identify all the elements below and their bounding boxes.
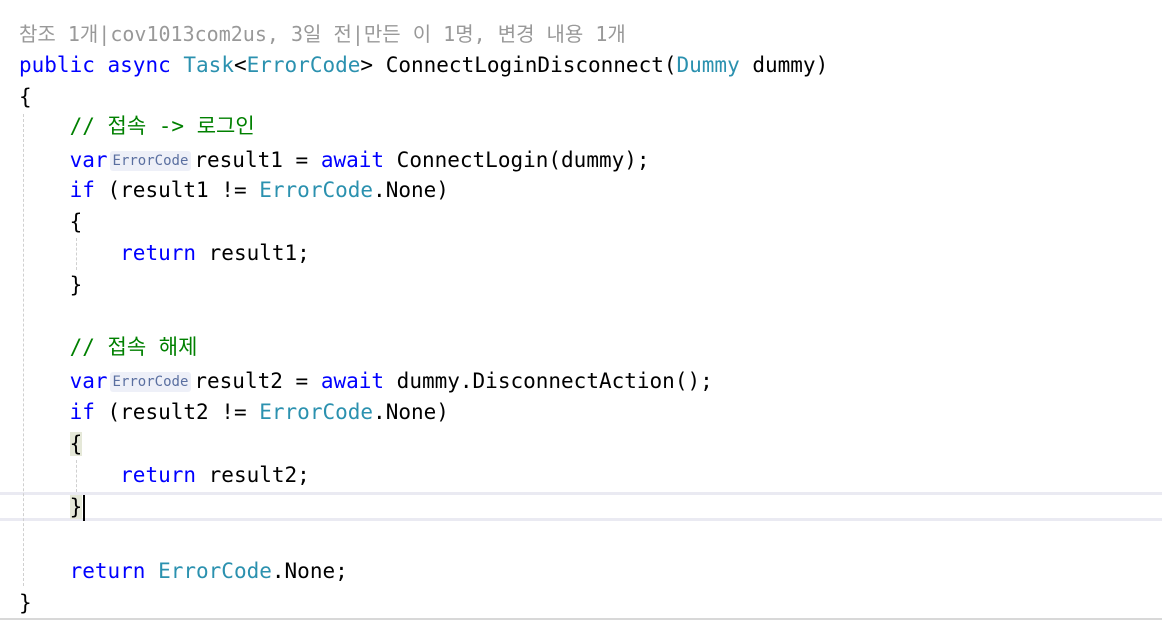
current-line-highlight	[0, 492, 1162, 521]
code-line-if2: if (result2 != ErrorCode.None)	[19, 397, 449, 428]
keyword-public: public	[19, 53, 95, 77]
keyword-await: await	[320, 369, 385, 393]
code-line-return2: return result2;	[19, 460, 310, 491]
inner-close-brace: }	[69, 273, 83, 297]
code-editor[interactable]: 참조 1개|cov1013com2us, 3일 전|만든 이 1명, 변경 내용…	[0, 0, 1162, 631]
type-errorcode: ErrorCode	[158, 559, 272, 583]
code-line-return-final: return ErrorCode.None;	[19, 556, 348, 587]
type-task: Task	[183, 53, 234, 77]
matched-close-brace: }	[69, 495, 83, 519]
errorcode-none: .None)	[373, 400, 449, 424]
if2-condition: (result2 !=	[94, 400, 260, 424]
open-brace: {	[19, 85, 32, 109]
disconnect-action-call: dummy.DisconnectAction();	[384, 369, 713, 393]
code-line-result2: var ErrorCode result2 = await dummy.Discon…	[19, 366, 713, 397]
code-line-signature: public async Task<ErrorCode> ConnectLogi…	[19, 50, 828, 81]
text-caret	[83, 495, 86, 521]
matched-open-brace: {	[69, 432, 83, 456]
code-line-inner-open-2: {	[19, 429, 83, 460]
keyword-var: var	[69, 148, 108, 172]
inlay-hint-errorcode: ErrorCode	[109, 372, 192, 392]
code-line-if1: if (result1 != ErrorCode.None)	[19, 175, 449, 206]
connect-login-call: ConnectLogin(dummy);	[384, 148, 650, 172]
code-line-inner-close-1: }	[19, 270, 83, 301]
comment-connect-login: // 접속 -> 로그인	[69, 114, 255, 138]
codelens-authors[interactable]: 만든 이 1명, 변경 내용 1개	[364, 22, 626, 46]
code-line-close-brace: }	[19, 588, 32, 619]
type-errorcode: ErrorCode	[246, 53, 361, 77]
comment-disconnect: // 접속 해제	[69, 335, 198, 359]
keyword-await: await	[320, 148, 385, 172]
close-brace: }	[19, 591, 32, 615]
inner-open-brace: {	[69, 210, 83, 234]
errorcode-none: .None)	[373, 178, 449, 202]
code-line-open-brace: {	[19, 82, 32, 113]
code-line-inner-close-2: }	[19, 492, 86, 523]
keyword-return: return	[120, 241, 197, 265]
code-line-result1: var ErrorCode result1 = await ConnectLogin…	[19, 145, 650, 176]
if1-condition: (result1 !=	[94, 178, 260, 202]
type-errorcode: ErrorCode	[259, 400, 374, 424]
param-name: dummy)	[739, 53, 829, 77]
editor-bottom-border	[0, 618, 1162, 620]
type-dummy: Dummy	[676, 53, 740, 77]
type-errorcode: ErrorCode	[259, 178, 374, 202]
codelens-bar: 참조 1개|cov1013com2us, 3일 전|만든 이 1명, 변경 내용…	[19, 22, 626, 46]
result1-assign: result1 =	[194, 148, 321, 172]
keyword-if: if	[69, 178, 95, 202]
final-none: .None;	[271, 559, 348, 583]
inlay-hint-errorcode: ErrorCode	[109, 151, 192, 171]
keyword-async: async	[107, 53, 171, 77]
keyword-var: var	[69, 369, 108, 393]
return-result2: result2;	[196, 463, 310, 487]
return-result1: result1;	[196, 241, 310, 265]
result2-assign: result2 =	[194, 369, 321, 393]
keyword-if: if	[69, 400, 95, 424]
keyword-return: return	[69, 559, 146, 583]
generic-open: <	[233, 53, 247, 77]
codelens-author-date[interactable]: cov1013com2us, 3일 전	[110, 22, 352, 46]
code-line-comment-1: // 접속 -> 로그인	[19, 111, 255, 142]
keyword-return: return	[120, 463, 197, 487]
codelens-references[interactable]: 참조 1개	[19, 22, 98, 46]
code-line-comment-2: // 접속 해제	[19, 332, 198, 363]
code-line-inner-open-1: {	[19, 207, 83, 238]
method-name: > ConnectLoginDisconnect(	[360, 53, 677, 77]
code-line-return1: return result1;	[19, 238, 310, 269]
